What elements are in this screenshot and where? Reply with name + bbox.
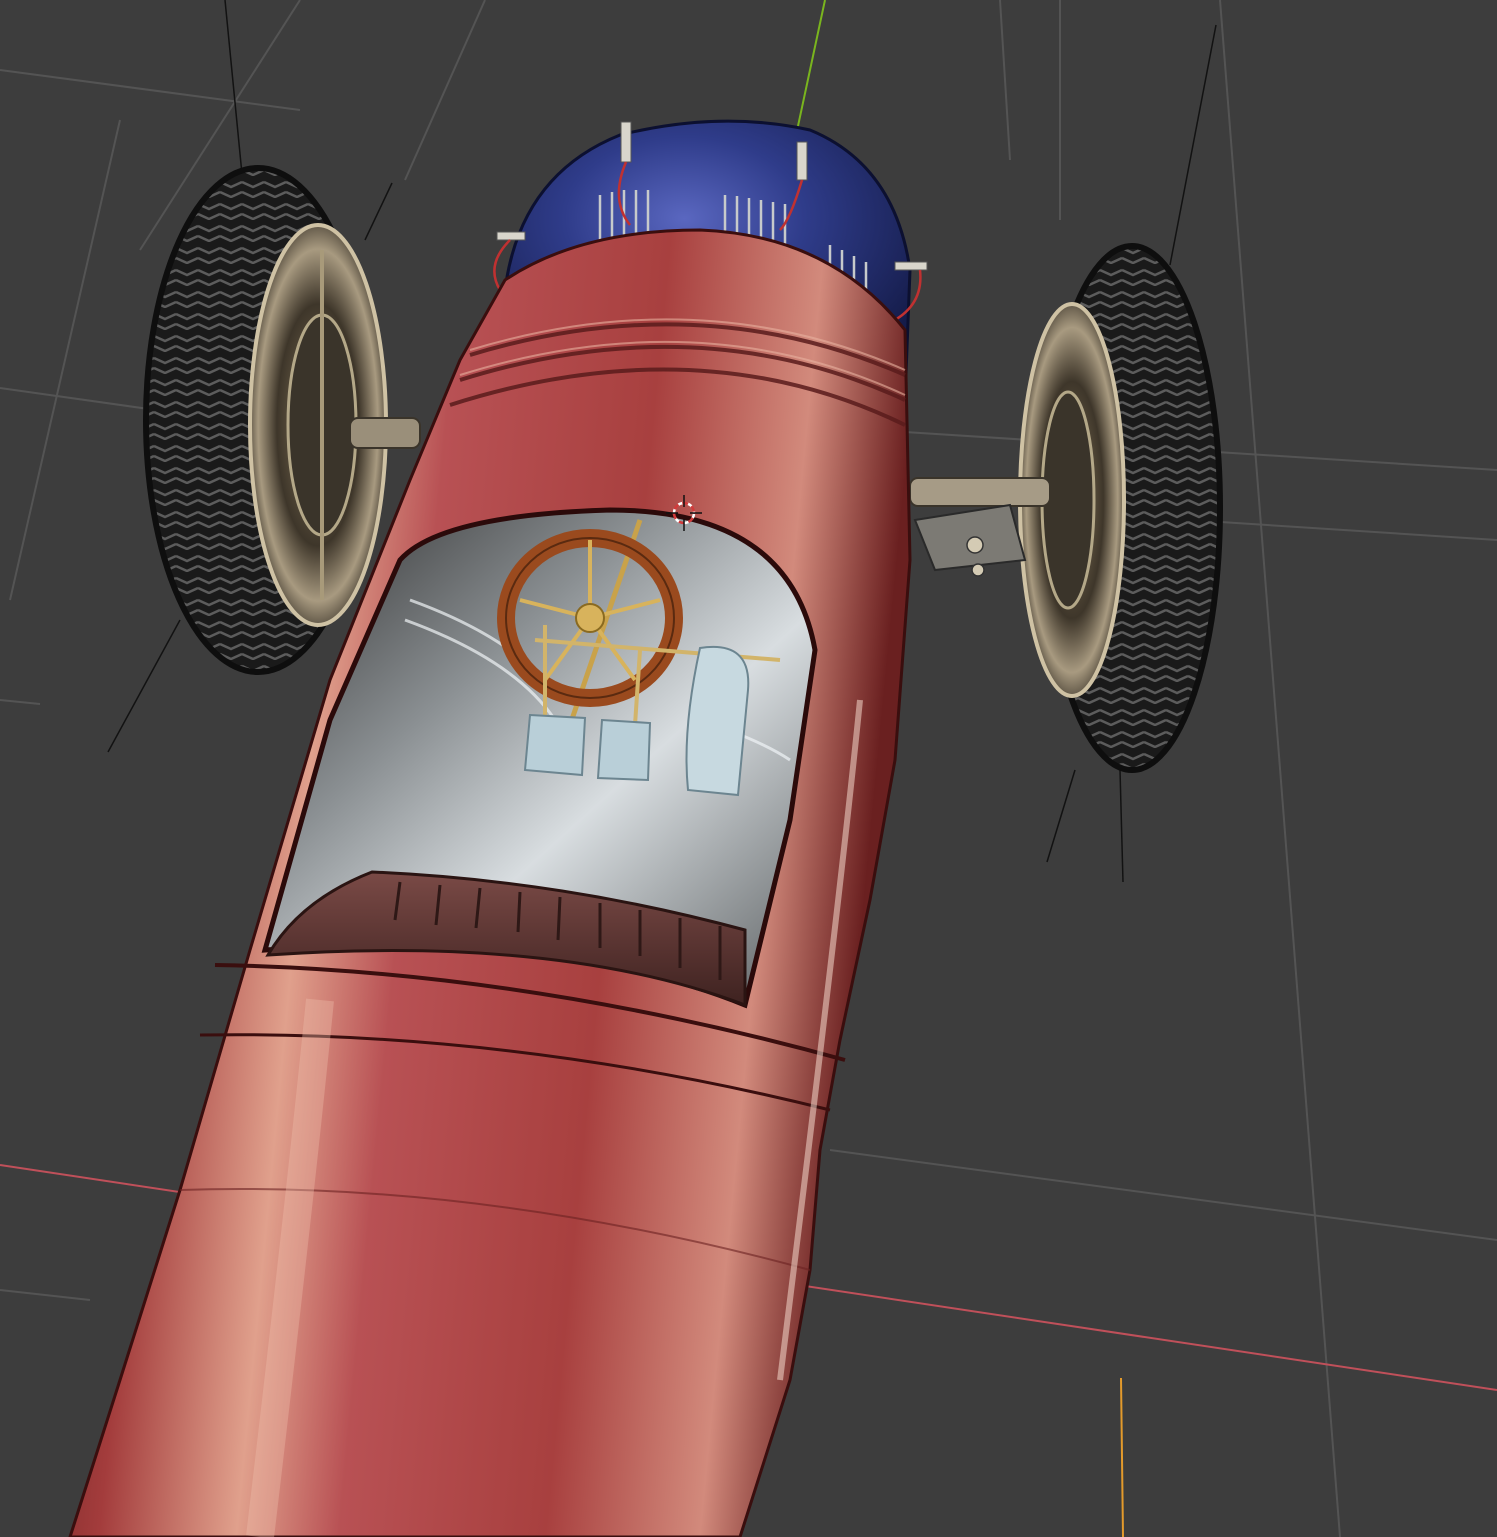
viewport-scene[interactable] bbox=[0, 0, 1497, 1537]
z-axis-line bbox=[1120, 1377, 1124, 1537]
front-left-wheel[interactable] bbox=[143, 165, 388, 675]
front-right-wheel[interactable] bbox=[1018, 243, 1223, 773]
y-axis-line bbox=[794, 0, 826, 141]
3d-viewport[interactable] bbox=[0, 0, 1497, 1537]
left-axle bbox=[349, 417, 421, 449]
